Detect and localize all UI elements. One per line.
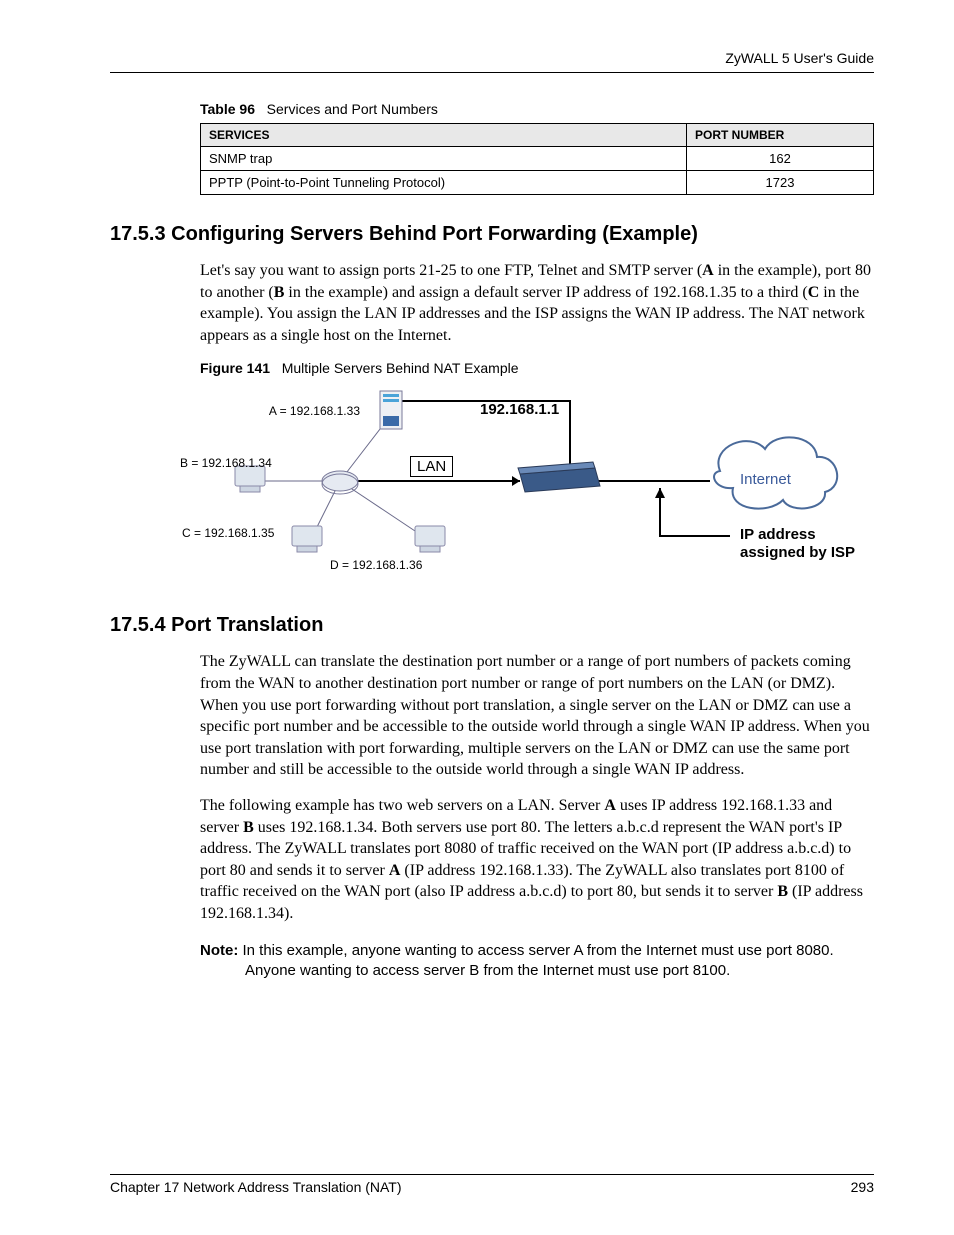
table-row: PPTP (Point-to-Point Tunneling Protocol)… [201, 171, 874, 195]
cell-service: PPTP (Point-to-Point Tunneling Protocol) [201, 171, 687, 195]
note-label: Note: [200, 942, 238, 959]
table-96-caption: Table 96 Services and Port Numbers [110, 101, 874, 117]
heading-17-5-3: 17.5.3 Configuring Servers Behind Port F… [110, 223, 874, 246]
label-B: B = 192.168.1.34 [180, 456, 290, 470]
running-header: ZyWALL 5 User's Guide [110, 50, 874, 66]
label-gateway-ip: 192.168.1.1 [480, 401, 559, 418]
figure-caption-text: Multiple Servers Behind NAT Example [282, 360, 519, 376]
cell-port: 1723 [687, 171, 874, 195]
page-footer: Chapter 17 Network Address Translation (… [110, 1174, 874, 1195]
heading-17-5-4: 17.5.4 Port Translation [110, 614, 874, 637]
label-A: A = 192.168.1.33 [250, 404, 360, 418]
label-isp-1: IP address [740, 526, 816, 543]
figure-label: Figure 141 [200, 360, 270, 376]
table-96: SERVICES PORT NUMBER SNMP trap 162 PPTP … [200, 123, 874, 195]
footer-page-number: 293 [851, 1179, 874, 1195]
label-C: C = 192.168.1.35 [182, 526, 292, 540]
header-rule [110, 72, 874, 73]
note-text: In this example, anyone wanting to acces… [238, 942, 833, 979]
label-lan: LAN [410, 456, 453, 477]
col-port-number: PORT NUMBER [687, 124, 874, 147]
col-services: SERVICES [201, 124, 687, 147]
label-isp-2: assigned by ISP [740, 544, 855, 561]
para-17-5-4-1: The ZyWALL can translate the destination… [200, 651, 874, 781]
label-D: D = 192.168.1.36 [330, 558, 422, 572]
figure-141-diagram: A = 192.168.1.33 B = 192.168.1.34 C = 19… [200, 386, 860, 576]
para-17-5-3: Let's say you want to assign ports 21-25… [200, 260, 874, 346]
cell-service: SNMP trap [201, 147, 687, 171]
para-17-5-4-2: The following example has two web server… [200, 795, 874, 925]
table-caption-text: Services and Port Numbers [267, 101, 438, 117]
table-row: SNMP trap 162 [201, 147, 874, 171]
figure-141-caption: Figure 141 Multiple Servers Behind NAT E… [110, 360, 874, 376]
label-internet: Internet [740, 471, 791, 488]
note-17-5-4: Note: In this example, anyone wanting to… [155, 941, 874, 982]
footer-chapter: Chapter 17 Network Address Translation (… [110, 1179, 402, 1195]
cell-port: 162 [687, 147, 874, 171]
footer-rule [110, 1174, 874, 1175]
table-label: Table 96 [200, 101, 255, 117]
